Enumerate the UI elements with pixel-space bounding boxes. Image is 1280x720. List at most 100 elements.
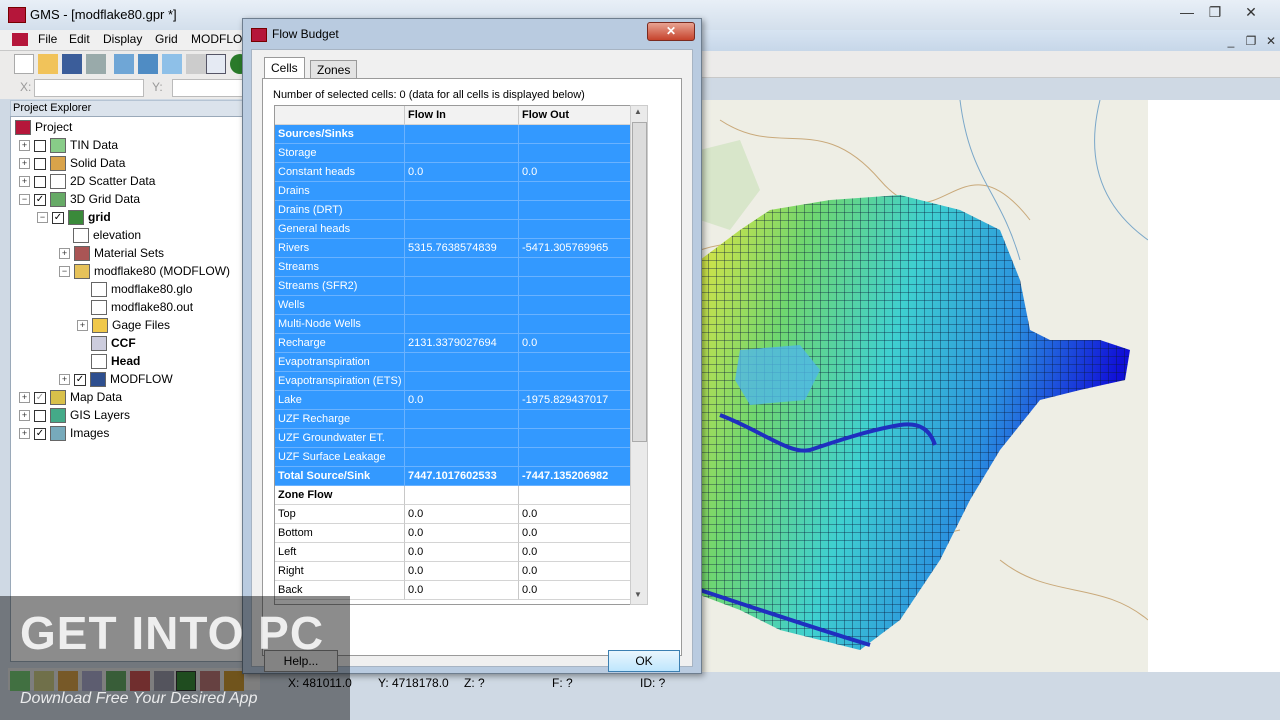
flow-out-cell[interactable]: 0.0 <box>519 505 631 524</box>
row-label-cell[interactable]: UZF Recharge <box>275 410 405 429</box>
table-row[interactable]: Drains (DRT) <box>275 201 631 220</box>
tab-cells[interactable]: Cells <box>264 57 305 80</box>
flow-in-cell[interactable] <box>405 372 519 391</box>
minimize-button[interactable]: — <box>1174 3 1200 21</box>
table-scrollbar[interactable]: ▲ ▼ <box>630 105 648 605</box>
flow-out-cell[interactable] <box>519 486 631 505</box>
row-label-cell[interactable]: Sources/Sinks <box>275 125 405 144</box>
row-label-cell[interactable]: Lake <box>275 391 405 410</box>
table-row[interactable]: UZF Recharge <box>275 410 631 429</box>
flow-out-cell[interactable] <box>519 144 631 163</box>
column-header-flow-in[interactable]: Flow In <box>405 106 519 125</box>
new-icon[interactable] <box>14 54 34 74</box>
table-row[interactable]: Evapotranspiration <box>275 353 631 372</box>
flow-in-cell[interactable] <box>405 220 519 239</box>
tree-item-solid-data[interactable]: + Solid Data <box>19 154 125 172</box>
row-label-cell[interactable]: Left <box>275 543 405 562</box>
tab-zones[interactable]: Zones <box>310 60 358 79</box>
flow-in-cell[interactable] <box>405 429 519 448</box>
flow-out-cell[interactable] <box>519 220 631 239</box>
open-icon[interactable] <box>38 54 58 74</box>
tree-item-2d-scatter[interactable]: +2D Scatter Data <box>19 172 155 190</box>
flow-out-cell[interactable]: 0.0 <box>519 562 631 581</box>
flow-in-cell[interactable] <box>405 125 519 144</box>
column-header[interactable] <box>275 106 405 125</box>
flow-out-cell[interactable] <box>519 201 631 220</box>
row-label-cell[interactable]: Drains (DRT) <box>275 201 405 220</box>
row-label-cell[interactable]: UZF Groundwater ET. <box>275 429 405 448</box>
print-icon[interactable] <box>86 54 106 74</box>
map-view[interactable] <box>700 100 1148 672</box>
select-tool-icon[interactable] <box>206 54 226 74</box>
scroll-up-icon[interactable]: ▲ <box>634 107 642 116</box>
expand-icon[interactable]: + <box>19 140 30 152</box>
row-label-cell[interactable]: General heads <box>275 220 405 239</box>
flow-in-cell[interactable] <box>405 448 519 467</box>
flow-in-cell[interactable] <box>405 486 519 505</box>
flow-in-cell[interactable]: 0.0 <box>405 581 519 600</box>
flow-out-cell[interactable]: -5471.305769965 <box>519 239 631 258</box>
table-row[interactable]: UZF Groundwater ET. <box>275 429 631 448</box>
flow-in-cell[interactable]: 5315.7638574839 <box>405 239 519 258</box>
flow-out-cell[interactable]: -1975.829437017 <box>519 391 631 410</box>
table-row[interactable]: Streams (SFR2) <box>275 277 631 296</box>
expand-icon[interactable]: + <box>19 428 30 440</box>
table-row[interactable]: Lake 0.0 -1975.829437017 <box>275 391 631 410</box>
row-label-cell[interactable]: Top <box>275 505 405 524</box>
flow-budget-table[interactable]: Flow In Flow Out Sources/Sinks Storage Con… <box>274 105 632 605</box>
document-icon[interactable] <box>12 33 28 46</box>
project-explorer-tree[interactable]: Project + TIN Data + Solid Data +2D Scatte… <box>10 116 248 662</box>
flow-out-cell[interactable] <box>519 258 631 277</box>
row-label-cell[interactable]: Drains <box>275 182 405 201</box>
tree-item-map-data[interactable]: + ✓ Map Data <box>19 388 122 406</box>
table-row[interactable]: Wells <box>275 296 631 315</box>
row-label-cell[interactable]: Streams (SFR2) <box>275 277 405 296</box>
table-row[interactable]: Left 0.0 0.0 <box>275 543 631 562</box>
flow-out-cell[interactable]: 0.0 <box>519 581 631 600</box>
menu-file[interactable]: File <box>38 32 57 46</box>
flow-in-cell[interactable] <box>405 315 519 334</box>
view-side-icon[interactable] <box>138 54 158 74</box>
flow-in-cell[interactable]: 0.0 <box>405 163 519 182</box>
flow-out-cell[interactable] <box>519 296 631 315</box>
flow-in-cell[interactable]: 0.0 <box>405 391 519 410</box>
tree-item-elevation[interactable]: elevation <box>73 226 141 244</box>
flow-in-cell[interactable] <box>405 182 519 201</box>
table-row[interactable]: Constant heads 0.0 0.0 <box>275 163 631 182</box>
row-label-cell[interactable]: Streams <box>275 258 405 277</box>
table-row[interactable]: Recharge 2131.3379027694 0.0 <box>275 334 631 353</box>
column-header-flow-out[interactable]: Flow Out <box>519 106 631 125</box>
table-row[interactable]: UZF Surface Leakage <box>275 448 631 467</box>
row-label-cell[interactable]: Bottom <box>275 524 405 543</box>
flow-in-cell[interactable] <box>405 144 519 163</box>
flow-out-cell[interactable]: 0.0 <box>519 543 631 562</box>
table-row[interactable]: Storage <box>275 144 631 163</box>
flow-in-cell[interactable] <box>405 410 519 429</box>
close-button[interactable]: ✕ <box>1238 3 1264 21</box>
table-row[interactable]: Right 0.0 0.0 <box>275 562 631 581</box>
flow-in-cell[interactable] <box>405 296 519 315</box>
table-row[interactable]: Rivers 5315.7638574839 -5471.305769965 <box>275 239 631 258</box>
flow-in-cell[interactable]: 7447.1017602533 <box>405 467 519 486</box>
expand-icon[interactable]: + <box>19 410 30 422</box>
flow-out-cell[interactable]: 0.0 <box>519 163 631 182</box>
table-row[interactable]: Total Source/Sink 7447.1017602533 -7447.13… <box>275 467 631 486</box>
expand-icon[interactable]: + <box>19 392 30 404</box>
tree-item-modflow-sim[interactable]: − modflake80 (MODFLOW) <box>59 262 230 280</box>
flow-in-cell[interactable]: 2131.3379027694 <box>405 334 519 353</box>
expand-icon[interactable]: + <box>59 248 70 260</box>
visibility-checkbox[interactable] <box>34 139 46 152</box>
tree-item-head[interactable]: Head <box>91 352 140 370</box>
flow-in-cell[interactable]: 0.0 <box>405 543 519 562</box>
scroll-thumb[interactable] <box>632 122 647 442</box>
table-row[interactable]: Top 0.0 0.0 <box>275 505 631 524</box>
expand-icon[interactable]: + <box>19 158 30 170</box>
menu-grid[interactable]: Grid <box>155 32 178 46</box>
row-label-cell[interactable]: Right <box>275 562 405 581</box>
table-row[interactable]: Streams <box>275 258 631 277</box>
flow-out-cell[interactable] <box>519 315 631 334</box>
collapse-icon[interactable]: − <box>19 194 30 206</box>
flow-out-cell[interactable] <box>519 448 631 467</box>
view-top-icon[interactable] <box>162 54 182 74</box>
table-row[interactable]: Bottom 0.0 0.0 <box>275 524 631 543</box>
